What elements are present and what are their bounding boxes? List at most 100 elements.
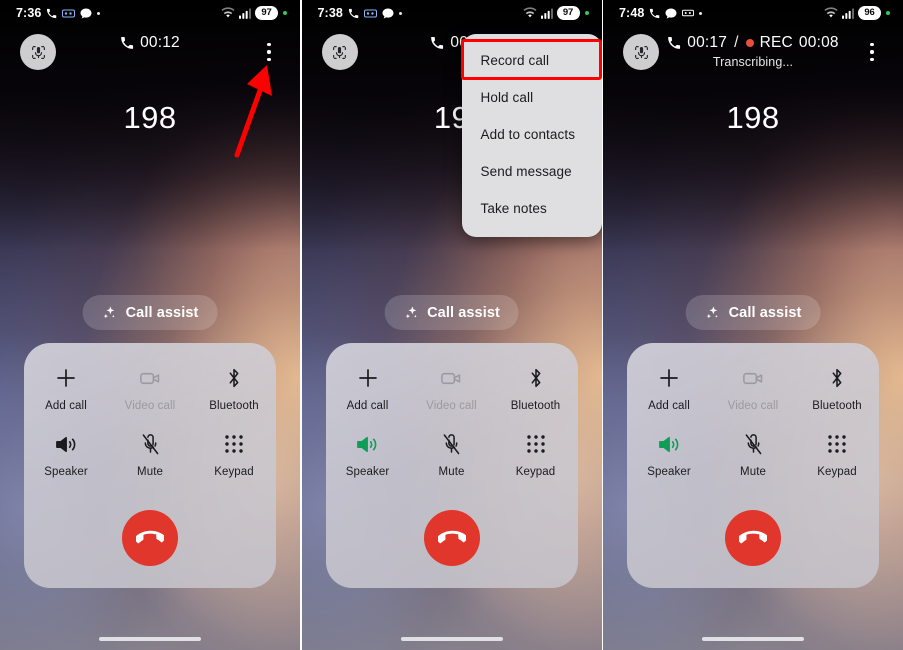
control-speaker[interactable]: Speaker	[24, 431, 108, 478]
phone-icon	[430, 36, 444, 50]
call-assist-button[interactable]: Call assist	[685, 295, 821, 330]
call-assist-button[interactable]: Call assist	[82, 295, 218, 330]
caller-number: 198	[726, 100, 780, 135]
speaker-icon	[657, 431, 682, 457]
call-timer-line: 00:17 / REC 00:08	[667, 30, 839, 56]
control-speaker[interactable]: Speaker	[627, 431, 711, 478]
phone-icon	[348, 8, 359, 19]
control-label: Keypad	[214, 466, 254, 478]
green-dot-icon	[584, 11, 589, 15]
signal-bars-icon	[842, 8, 854, 19]
timer-separator: /	[734, 34, 739, 51]
control-add-call[interactable]: Add call	[24, 365, 108, 412]
status-bar-left: 7:38	[318, 6, 402, 20]
chat-bubble-icon	[665, 8, 677, 19]
control-label: Video call	[426, 400, 477, 412]
home-indicator[interactable]	[400, 636, 503, 641]
control-label: Keypad	[515, 466, 556, 478]
control-keypad[interactable]: Keypad	[795, 431, 879, 478]
control-label: Bluetooth	[510, 400, 561, 412]
dialpad-icon	[525, 431, 547, 457]
status-time: 7:38	[317, 6, 343, 20]
plus-icon	[356, 365, 380, 391]
control-label: Add call	[346, 400, 389, 412]
battery-level: 97	[255, 5, 278, 21]
control-bluetooth[interactable]: Bluetooth	[192, 365, 276, 412]
bluetooth-icon	[525, 365, 547, 391]
control-video-call[interactable]: Video call	[410, 365, 494, 412]
chat-bubble-icon	[382, 8, 394, 19]
plus-icon	[657, 365, 681, 391]
control-mute[interactable]: Mute	[108, 431, 192, 478]
screenshot-root: 7:36 97 00:12 198 Call assist Add call V…	[0, 0, 903, 650]
phone-icon	[649, 8, 660, 19]
phone-icon	[46, 8, 57, 19]
status-bar-right: 97	[221, 5, 287, 21]
transcribing-status: Transcribing...	[712, 55, 794, 69]
control-mute[interactable]: Mute	[711, 431, 795, 478]
mic-scan-icon[interactable]	[321, 34, 358, 70]
home-indicator[interactable]	[99, 636, 201, 641]
call-timer-line: 00:12	[120, 30, 180, 56]
phone-icon	[667, 36, 681, 50]
more-vertical-icon[interactable]	[860, 36, 884, 68]
control-label: Mute	[740, 466, 766, 478]
control-bluetooth[interactable]: Bluetooth	[494, 365, 578, 412]
annotation-highlight-box	[460, 39, 602, 80]
mic-scan-icon[interactable]	[20, 34, 56, 70]
phone-screen-3: 7:48 96 00:17 / REC 00:08 Transcribing..…	[603, 0, 903, 650]
control-label: Speaker	[345, 466, 390, 478]
annotation-arrow	[234, 65, 272, 158]
menu-item-take-notes[interactable]: Take notes	[462, 190, 602, 227]
green-dot-icon	[886, 11, 890, 15]
control-speaker[interactable]: Speaker	[326, 431, 410, 478]
control-label: Bluetooth	[209, 400, 259, 412]
control-video-call[interactable]: Video call	[108, 365, 192, 412]
control-keypad[interactable]: Keypad	[494, 431, 578, 478]
dot-icon	[699, 11, 703, 15]
wifi-icon	[522, 7, 537, 19]
mic-muted-icon	[742, 431, 765, 457]
voicemail-icon	[363, 8, 377, 19]
call-header: 00:17 / REC 00:08 Transcribing...	[603, 30, 903, 74]
control-label: Keypad	[817, 466, 857, 478]
call-controls-grid: Add call Video call Bluetooth Speaker Mu…	[627, 365, 879, 478]
control-label: Add call	[45, 400, 87, 412]
control-bluetooth[interactable]: Bluetooth	[795, 365, 879, 412]
control-label: Video call	[727, 400, 779, 412]
video-camera-icon	[439, 365, 464, 391]
green-dot-icon	[283, 11, 287, 15]
wifi-icon	[824, 7, 838, 19]
control-keypad[interactable]: Keypad	[192, 431, 276, 478]
menu-item-add-to-contacts[interactable]: Add to contacts	[462, 116, 602, 153]
mic-muted-icon	[139, 431, 162, 457]
menu-item-send-message[interactable]: Send message	[462, 153, 602, 190]
bluetooth-icon	[223, 365, 245, 391]
control-add-call[interactable]: Add call	[326, 365, 410, 412]
control-label: Bluetooth	[812, 400, 862, 412]
video-camera-icon	[741, 365, 766, 391]
end-call-button[interactable]	[725, 510, 781, 566]
control-mute[interactable]: Mute	[410, 431, 494, 478]
speaker-icon	[54, 431, 79, 457]
end-call-button[interactable]	[122, 510, 178, 566]
rec-label: REC	[759, 34, 793, 51]
call-controls-grid: Add call Video call Bluetooth Speaker Mu…	[24, 365, 276, 478]
dialpad-icon	[826, 431, 848, 457]
home-indicator[interactable]	[702, 636, 804, 641]
sparkle-icon	[403, 305, 419, 321]
call-controls-card: Add call Video call Bluetooth Speaker Mu…	[325, 343, 578, 588]
menu-item-hold-call[interactable]: Hold call	[462, 79, 602, 116]
signal-bars-icon	[239, 8, 251, 19]
call-controls-grid: Add call Video call Bluetooth Speaker Mu…	[326, 365, 578, 478]
control-add-call[interactable]: Add call	[627, 365, 711, 412]
control-video-call[interactable]: Video call	[711, 365, 795, 412]
call-assist-button[interactable]: Call assist	[384, 295, 519, 330]
video-camera-icon	[138, 365, 163, 391]
end-call-row	[24, 510, 276, 566]
mic-scan-icon[interactable]	[623, 34, 659, 70]
battery-level: 96	[858, 5, 881, 21]
call-duration: 00:12	[140, 34, 180, 51]
signal-bars-icon	[540, 8, 553, 19]
end-call-button[interactable]	[423, 510, 480, 566]
